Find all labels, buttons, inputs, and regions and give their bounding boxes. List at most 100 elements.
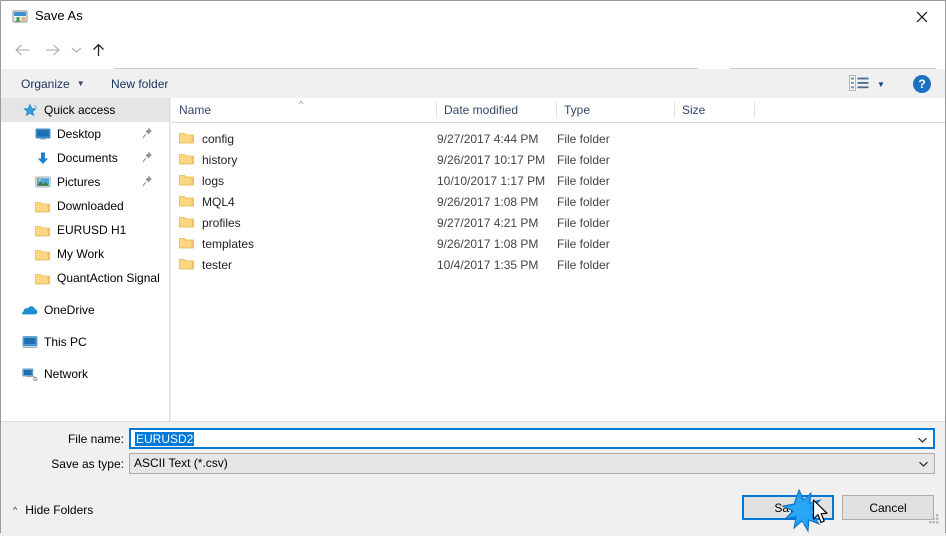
file-type-cell: File folder — [557, 131, 610, 146]
sidebar-item-downloaded[interactable]: Downloaded — [1, 194, 169, 218]
sidebar-item-documents[interactable]: Documents — [1, 146, 169, 170]
toolbar: Organize ▼ New folder ▼ ? — [1, 69, 945, 99]
table-row[interactable]: logs 10/10/2017 1:17 PM File folder — [171, 170, 945, 191]
desktop-icon — [34, 126, 51, 142]
table-row[interactable]: config 9/27/2017 4:44 PM File folder — [171, 128, 945, 149]
hide-folders-button[interactable]: ^ Hide Folders — [13, 503, 93, 517]
save-as-dialog: Save As Organize ▼ New folder ▼ ? Quick … — [0, 0, 946, 533]
chevron-down-icon[interactable] — [67, 37, 85, 63]
save-button[interactable]: Save — [742, 495, 834, 520]
sidebar-item-network[interactable]: Network — [1, 362, 169, 386]
sidebar-item-onedrive[interactable]: OneDrive — [1, 298, 169, 322]
sidebar-item-quick-access[interactable]: Quick access — [1, 98, 169, 122]
cancel-button[interactable]: Cancel — [842, 495, 934, 520]
chevron-down-icon[interactable] — [918, 457, 929, 471]
documents-download-icon — [34, 150, 51, 166]
star-pin-icon — [21, 102, 38, 118]
folder-icon — [179, 131, 194, 147]
save-as-type-label: Save as type: — [51, 457, 124, 471]
save-as-type-select[interactable]: ASCII Text (*.csv) — [129, 453, 935, 474]
sidebar-item-label: EURUSD H1 — [57, 223, 127, 237]
this-pc-icon — [21, 334, 38, 350]
table-row[interactable]: profiles 9/27/2017 4:21 PM File folder — [171, 212, 945, 233]
arrow-right-icon[interactable] — [39, 37, 65, 63]
table-row[interactable]: history 9/26/2017 10:17 PM File folder — [171, 149, 945, 170]
file-name-cell: logs — [179, 170, 224, 191]
pin-icon[interactable] — [142, 151, 153, 166]
sidebar-item-label: Pictures — [57, 175, 101, 189]
folder-icon — [34, 270, 51, 286]
navigation-sidebar[interactable]: Quick access Desktop Documents Pictures … — [1, 98, 170, 421]
resize-grip-icon[interactable] — [928, 513, 940, 525]
file-name-cell: templates — [179, 233, 254, 254]
pictures-icon — [34, 174, 51, 190]
sort-ascending-icon: ^ — [299, 99, 304, 109]
file-list-pane[interactable]: Name ^ Date modified Type Size config 9/… — [171, 98, 945, 421]
table-row[interactable]: tester 10/4/2017 1:35 PM File folder — [171, 254, 945, 275]
cancel-label: Cancel — [869, 500, 907, 515]
file-date-cell: 9/27/2017 4:21 PM — [437, 215, 539, 230]
title-bar: Save As — [1, 1, 945, 32]
arrow-up-icon[interactable] — [85, 37, 111, 63]
column-header-type[interactable]: Type — [556, 98, 674, 122]
file-type-cell: File folder — [557, 257, 610, 272]
file-name-label: profiles — [202, 215, 241, 230]
save-label: Save — [774, 500, 802, 515]
sidebar-item-eurusd-h1[interactable]: EURUSD H1 — [1, 218, 169, 242]
help-button[interactable]: ? — [913, 75, 931, 93]
file-name-label: tester — [202, 257, 233, 272]
column-header-date-modified[interactable]: Date modified — [436, 98, 556, 122]
close-button[interactable] — [899, 1, 945, 32]
sidebar-item-this-pc[interactable]: This PC — [1, 330, 169, 354]
sidebar-item-desktop[interactable]: Desktop — [1, 122, 169, 146]
arrow-left-icon[interactable] — [9, 37, 35, 63]
folder-icon — [179, 215, 194, 231]
file-name-label: MQL4 — [202, 194, 235, 209]
file-date-cell: 10/10/2017 1:17 PM — [437, 173, 546, 188]
file-type-cell: File folder — [557, 215, 610, 230]
sidebar-item-label: QuantAction Signal — [57, 271, 160, 285]
file-name-cell: tester — [179, 254, 232, 275]
column-divider[interactable] — [754, 102, 755, 118]
chevron-down-icon[interactable] — [917, 433, 928, 447]
sidebar-item-my-work[interactable]: My Work — [1, 242, 169, 266]
folder-icon — [179, 257, 194, 273]
table-row[interactable]: MQL4 9/26/2017 1:08 PM File folder — [171, 191, 945, 212]
sidebar-item-quantaction-signal[interactable]: QuantAction Signal — [1, 266, 169, 290]
organize-label: Organize — [21, 77, 70, 91]
pin-icon[interactable] — [142, 175, 153, 190]
window-title: Save As — [35, 8, 83, 23]
new-folder-button[interactable]: New folder — [105, 74, 174, 94]
organize-button[interactable]: Organize ▼ — [15, 74, 91, 94]
file-name-value[interactable]: EURUSD2 — [135, 432, 195, 446]
file-name-input[interactable]: EURUSD2 — [129, 428, 935, 449]
sidebar-item-label: Downloaded — [57, 199, 124, 213]
sidebar-item-pictures[interactable]: Pictures — [1, 170, 169, 194]
view-layout-icon — [849, 75, 869, 94]
new-folder-label: New folder — [111, 77, 169, 91]
folder-icon — [179, 236, 194, 252]
sidebar-item-label: This PC — [44, 335, 87, 349]
folder-icon — [179, 152, 194, 168]
chevron-down-icon: ▼ — [877, 80, 885, 89]
column-header-size[interactable]: Size — [674, 98, 754, 122]
view-mode-button[interactable]: ▼ — [849, 75, 885, 94]
save-as-folder-icon — [12, 9, 28, 24]
column-label: Date modified — [444, 103, 519, 117]
sidebar-item-label: Quick access — [44, 103, 116, 117]
file-name-label: logs — [202, 173, 225, 188]
file-type-cell: File folder — [557, 236, 610, 251]
file-name-label: history — [202, 152, 238, 167]
navigation-bar: « › Roaming › MetaQuotes › Terminal › 91… — [1, 32, 945, 92]
file-type-cell: File folder — [557, 194, 610, 209]
column-header-name[interactable]: Name ^ — [171, 98, 436, 122]
folder-icon — [34, 198, 51, 214]
pin-icon[interactable] — [142, 127, 153, 142]
sidebar-item-label: OneDrive — [44, 303, 95, 317]
column-label: Name — [179, 103, 212, 117]
chevron-down-icon: ▼ — [76, 79, 85, 88]
table-row[interactable]: templates 9/26/2017 1:08 PM File folder — [171, 233, 945, 254]
